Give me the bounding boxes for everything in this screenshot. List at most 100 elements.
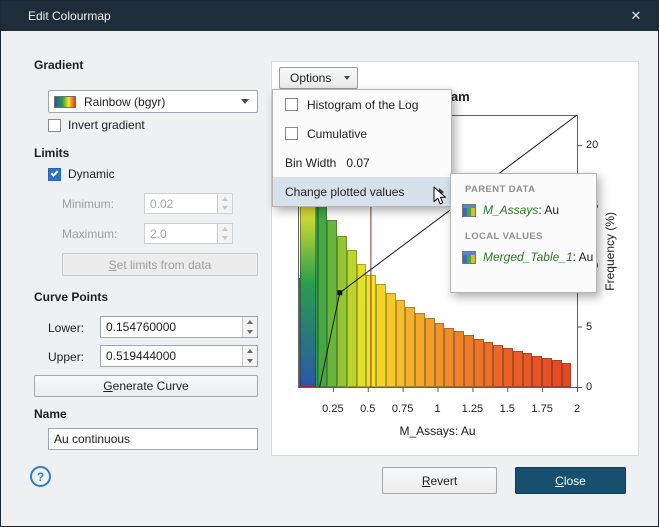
histogram-bar [327, 220, 337, 387]
y-tick-label: 20 [586, 139, 598, 151]
lower-value: 0.154760000 [106, 320, 176, 334]
y-tick-label: 0 [586, 381, 592, 393]
cursor-icon [433, 186, 448, 212]
spin-down-icon[interactable] [243, 356, 257, 366]
histogram-bar [337, 236, 347, 387]
menu-item-change-plotted-values[interactable]: Change plotted values [273, 177, 451, 206]
submenu-item-m-assays[interactable]: M_Assays: Au [451, 199, 596, 221]
column-name: : Au [573, 250, 594, 264]
minimum-input: 0.02 [144, 193, 233, 214]
x-tick-label: 0.5 [360, 403, 375, 415]
minimum-spinner [217, 194, 232, 213]
x-tick-label: 2 [574, 403, 580, 415]
chevron-down-icon [241, 99, 249, 104]
histogram-bar [552, 360, 562, 387]
close-icon[interactable]: ✕ [614, 1, 658, 31]
menu-item-label: Histogram of the Log [307, 98, 418, 112]
checkbox-icon[interactable] [285, 127, 298, 140]
histogram-bar [396, 300, 406, 387]
histogram-bar [474, 339, 484, 387]
x-tick-label: 1 [434, 403, 440, 415]
revert-button[interactable]: Revert [382, 467, 497, 494]
table-name: Merged_Table_1 [483, 250, 573, 264]
table-name: M_Assays [483, 203, 538, 217]
invert-gradient-checkbox[interactable] [48, 119, 61, 132]
histogram-bar [532, 356, 542, 387]
menu-item-bin-width[interactable]: Bin Width 0.07 [273, 148, 451, 177]
checkmark-icon [51, 169, 59, 177]
histogram-bar [357, 264, 367, 387]
histogram-bar [464, 335, 474, 387]
gradient-label: Gradient [34, 58, 83, 72]
maximum-spinner [217, 224, 232, 243]
lower-label: Lower: [48, 321, 84, 335]
histogram-bar [503, 348, 513, 387]
dynamic-checkbox[interactable] [48, 168, 61, 181]
spin-up-icon[interactable] [243, 346, 257, 356]
upper-spinner [242, 346, 257, 366]
help-button[interactable]: ? [30, 466, 51, 487]
histogram-bar [415, 313, 425, 387]
options-button[interactable]: Options [279, 67, 358, 89]
dynamic-label: Dynamic [68, 167, 115, 181]
maximum-input: 2.0 [144, 223, 233, 244]
menu-item-label: Cumulative [307, 127, 367, 141]
x-tick-label: 0.75 [392, 403, 413, 415]
histogram-bar [435, 323, 445, 387]
maximum-value: 2.0 [150, 227, 167, 241]
submenu-item-merged-table-1[interactable]: Merged_Table_1: Au [451, 246, 596, 268]
histogram-bar [562, 363, 572, 387]
checkbox-icon[interactable] [285, 98, 298, 111]
x-tick-label: 1.25 [462, 403, 483, 415]
histogram-bar [347, 250, 357, 387]
histogram-bar [484, 342, 494, 387]
gradient-dropdown[interactable]: Rainbow (bgyr) [48, 90, 258, 113]
submenu-header-parent-data: PARENT DATA [465, 184, 596, 195]
histogram-bar [386, 293, 396, 387]
histogram-bar [513, 351, 523, 387]
spin-up-icon[interactable] [243, 317, 257, 327]
menu-item-label: Bin Width [285, 156, 336, 170]
curve-points-label: Curve Points [34, 290, 108, 304]
name-label: Name [34, 407, 67, 421]
gradient-swatch [54, 96, 76, 108]
generate-curve-button[interactable]: Generate Curve [34, 375, 258, 397]
minimum-value: 0.02 [150, 197, 173, 211]
spin-down-icon[interactable] [243, 327, 257, 337]
histogram-bar [318, 200, 328, 387]
lower-spinbox[interactable]: 0.154760000 [100, 316, 258, 338]
x-tick-label: 1.5 [500, 403, 515, 415]
x-tick-label: 1.75 [531, 403, 552, 415]
histogram-bar [366, 275, 376, 387]
limits-label: Limits [34, 146, 69, 160]
chevron-down-icon [344, 76, 350, 80]
options-menu: Histogram of the Log Cumulative Bin Widt… [272, 89, 452, 207]
change-plotted-values-submenu: PARENT DATA M_Assays: Au LOCAL VALUES Me… [450, 173, 597, 293]
upper-label: Upper: [48, 350, 84, 364]
window-title: Edit Colourmap [28, 1, 111, 31]
lower-spinner [242, 317, 257, 337]
upper-spinbox[interactable]: 0.519444000 [100, 345, 258, 367]
spin-down-icon [218, 234, 232, 244]
close-button[interactable]: Close [515, 467, 626, 494]
invert-gradient-label: Invert gradient [68, 118, 145, 132]
submenu-header-local-values: LOCAL VALUES [465, 231, 596, 242]
spin-up-icon [218, 194, 232, 204]
menu-item-histogram-of-the-log[interactable]: Histogram of the Log [273, 90, 451, 119]
bin-width-value[interactable]: 0.07 [346, 156, 369, 170]
spin-up-icon [218, 224, 232, 234]
histogram-bar [542, 358, 552, 387]
table-icon [462, 204, 476, 217]
histogram-bar [376, 284, 386, 387]
set-limits-button: Set limits from data [62, 253, 258, 276]
x-tick-label: 0.25 [322, 403, 343, 415]
histogram-bar [454, 331, 464, 387]
y-tick-label: 5 [586, 321, 592, 333]
menu-item-cumulative[interactable]: Cumulative [273, 119, 451, 148]
maximum-label: Maximum: [62, 227, 117, 241]
upper-value: 0.519444000 [106, 349, 176, 363]
name-value: Au continuous [54, 432, 130, 446]
name-input[interactable]: Au continuous [48, 428, 258, 450]
histogram-bar [523, 353, 533, 387]
column-name: : Au [538, 203, 559, 217]
